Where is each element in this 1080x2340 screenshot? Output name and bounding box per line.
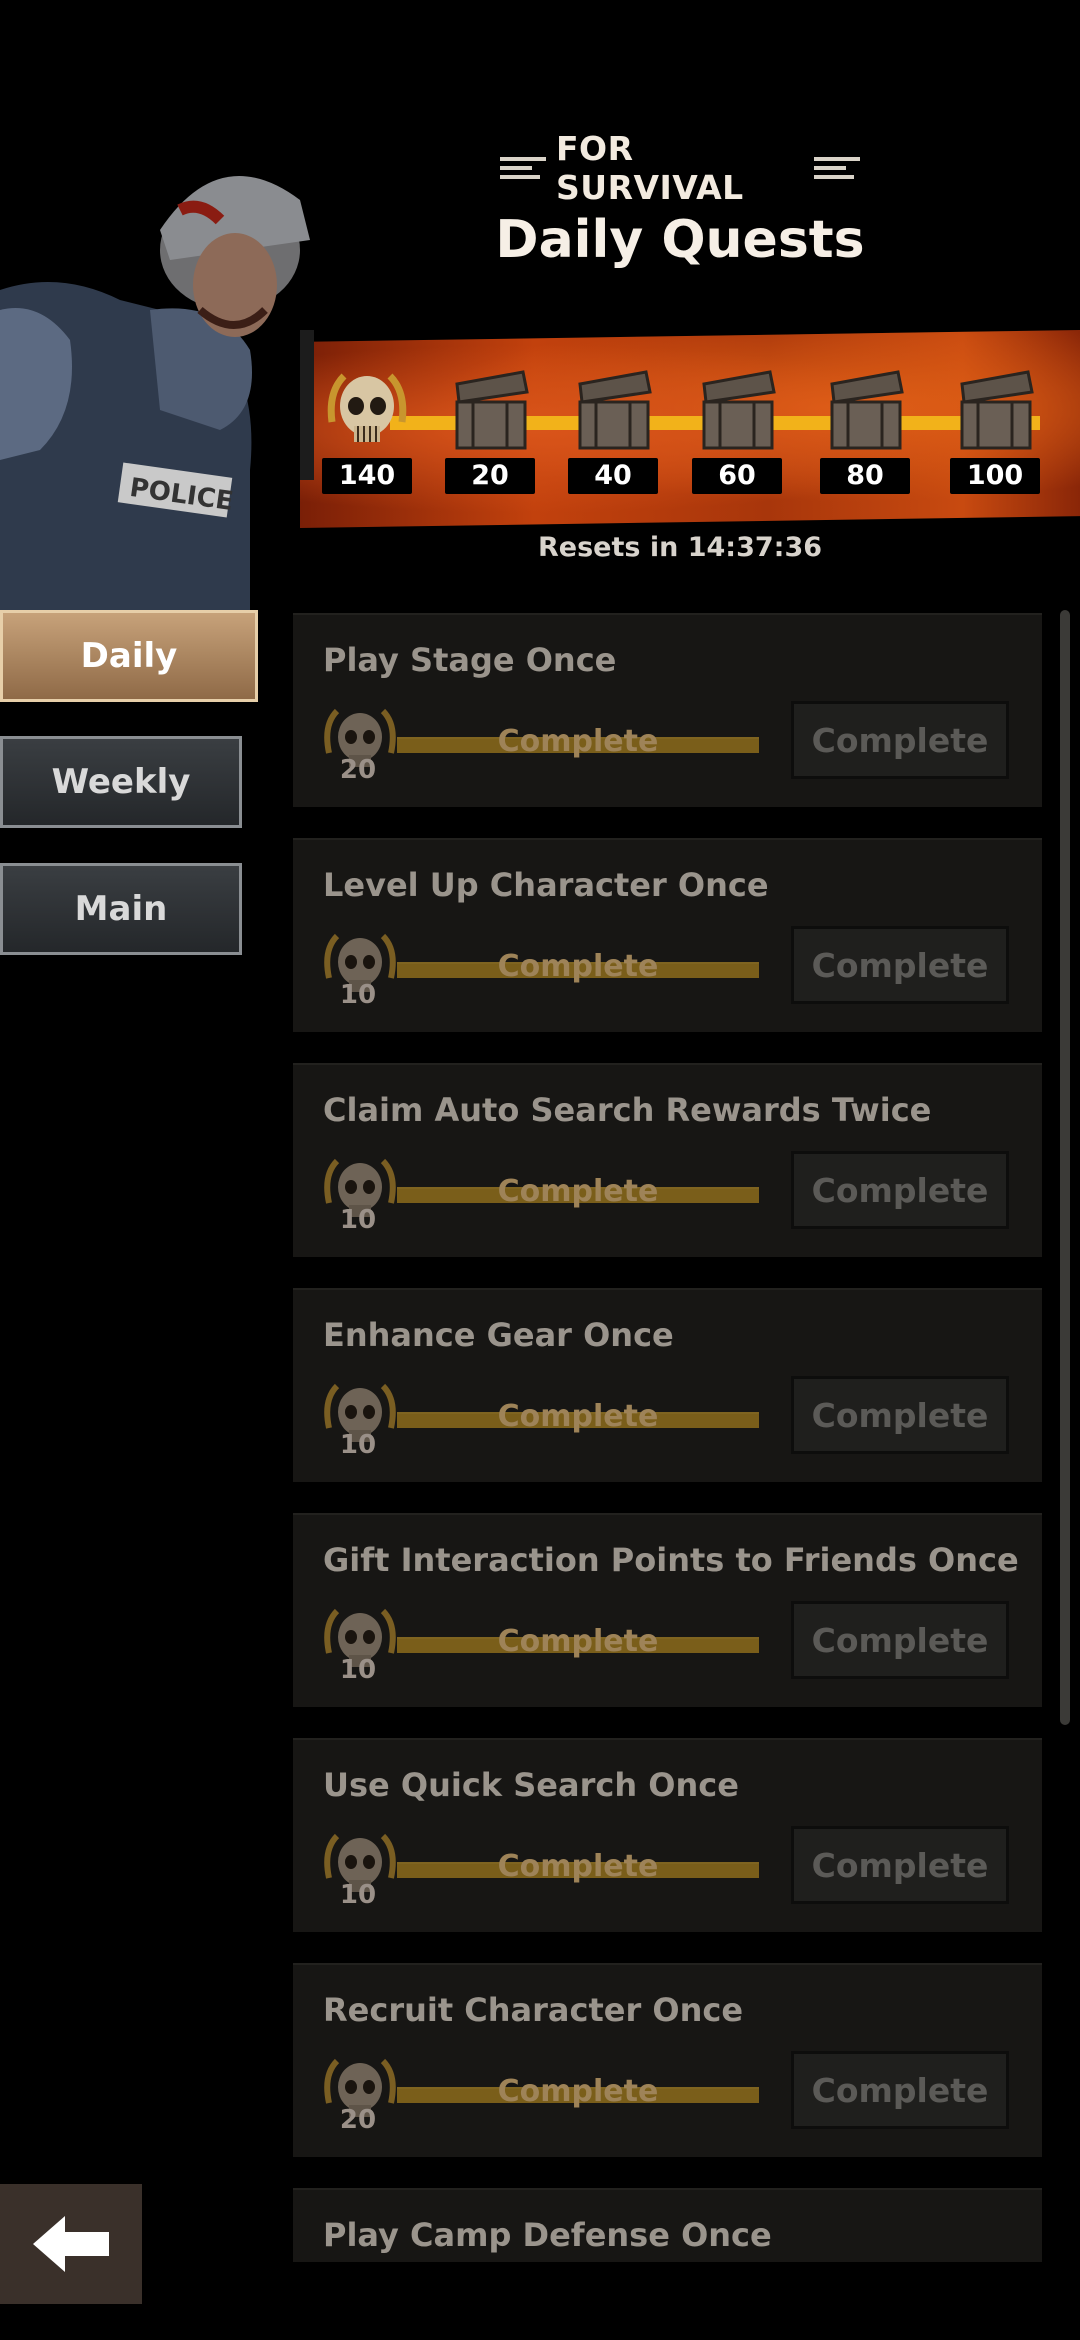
quest-progress-label: Complete (497, 1174, 659, 1209)
quest-item: Enhance Gear Once 10 Complete Complete (293, 1288, 1042, 1482)
quest-progress-label: Complete (497, 949, 659, 984)
quest-complete-button[interactable]: Complete (791, 1151, 1009, 1229)
quest-points: 10 (339, 1205, 377, 1235)
quest-title: Play Stage Once (323, 641, 617, 679)
milestone-chest[interactable]: 60 (692, 362, 782, 494)
quest-complete-button[interactable]: Complete (791, 1376, 1009, 1454)
quest-complete-button[interactable]: Complete (791, 701, 1009, 779)
quest-points: 10 (339, 980, 377, 1010)
tab-weekly[interactable]: Weekly (0, 736, 242, 828)
chest-icon (702, 370, 776, 450)
chest-icon (960, 370, 1034, 450)
quest-progress-label: Complete (497, 2074, 659, 2109)
quest-title: Gift Interaction Points to Friends Once (323, 1541, 1019, 1579)
back-button[interactable] (0, 2184, 142, 2304)
quest-complete-button[interactable]: Complete (791, 926, 1009, 1004)
chest-icon (455, 370, 529, 450)
quest-title: Enhance Gear Once (323, 1316, 674, 1354)
back-arrow-icon (33, 2216, 109, 2272)
skull-medal-icon (327, 373, 407, 442)
quest-points: 10 (339, 1880, 377, 1910)
milestone-chest[interactable]: 100 (950, 362, 1040, 494)
chest-icon (830, 370, 904, 450)
milestone-value: 40 (568, 458, 658, 494)
quest-title: Recruit Character Once (323, 1991, 744, 2029)
quest-progress-label: Complete (497, 724, 659, 759)
character-illustration: POLICE (0, 176, 314, 630)
quest-complete-button[interactable]: Complete (791, 2051, 1009, 2129)
quest-progress-label: Complete (497, 1624, 659, 1659)
milestone-value: 20 (445, 458, 535, 494)
quest-item: Play Stage Once 20 Complete Complete (293, 613, 1042, 807)
quest-points: 10 (339, 1430, 377, 1460)
quest-title: Claim Auto Search Rewards Twice (323, 1091, 932, 1129)
quest-progress-label: Complete (497, 1849, 659, 1884)
quest-item: Play Camp Defense Once (293, 2188, 1042, 2262)
quest-points: 20 (339, 755, 377, 785)
quest-points: 10 (339, 1655, 377, 1685)
quest-title: Use Quick Search Once (323, 1766, 739, 1804)
milestone-chest[interactable]: 40 (568, 362, 658, 494)
quest-complete-button[interactable]: Complete (791, 1826, 1009, 1904)
milestone-value: 100 (950, 458, 1040, 494)
quest-item: Use Quick Search Once 10 Complete Comple… (293, 1738, 1042, 1932)
page-title: Daily Quests (495, 210, 865, 270)
quest-list-scrollbar[interactable] (1060, 610, 1070, 1725)
reset-timer: Resets in 14:37:36 (537, 532, 823, 563)
milestone-chest[interactable]: 80 (820, 362, 910, 494)
current-points-value: 140 (322, 458, 412, 494)
quest-item: Claim Auto Search Rewards Twice 10 Compl… (293, 1063, 1042, 1257)
tab-main[interactable]: Main (0, 863, 242, 955)
current-points: 140 (322, 362, 412, 494)
subtitle-text: FOR SURVIVAL (556, 129, 744, 207)
quest-title: Level Up Character Once (323, 866, 769, 904)
chest-icon (578, 370, 652, 450)
subtitle-deco-left (500, 157, 546, 179)
quest-title: Play Camp Defense Once (323, 2216, 772, 2254)
tab-daily[interactable]: Daily (0, 610, 258, 702)
quest-progress-label: Complete (497, 1399, 659, 1434)
milestone-value: 60 (692, 458, 782, 494)
quest-complete-button[interactable]: Complete (791, 1601, 1009, 1679)
subtitle-deco-right (814, 157, 860, 179)
header-subtitle: FOR SURVIVAL (500, 129, 860, 207)
milestone-value: 80 (820, 458, 910, 494)
quest-item: Gift Interaction Points to Friends Once … (293, 1513, 1042, 1707)
quest-item: Recruit Character Once 20 Complete Compl… (293, 1963, 1042, 2157)
quest-item: Level Up Character Once 10 Complete Comp… (293, 838, 1042, 1032)
quest-points: 20 (339, 2105, 377, 2135)
milestone-chest[interactable]: 20 (445, 362, 535, 494)
